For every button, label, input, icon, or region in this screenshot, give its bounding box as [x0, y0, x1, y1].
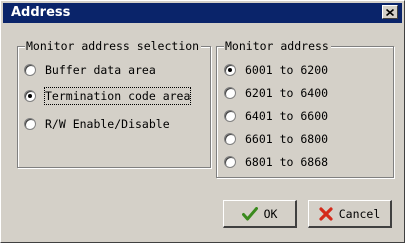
address-dialog: Address Monitor address selection Buffer…: [0, 0, 405, 243]
option-label: 6001 to 6200: [245, 63, 329, 77]
close-icon: [386, 8, 394, 16]
radio-6801-6868[interactable]: [224, 156, 236, 168]
radio-6001-6200[interactable]: [224, 64, 236, 76]
option-label: Buffer data area: [45, 63, 156, 77]
option-label: R/W Enable/Disable: [45, 117, 170, 131]
option-6601-6800[interactable]: 6601 to 6800: [224, 131, 328, 147]
option-label: 6401 to 6600: [245, 109, 329, 123]
x-icon: [319, 206, 333, 221]
monitor-selection-legend: Monitor address selection: [25, 38, 202, 54]
radio-6201-6400[interactable]: [224, 87, 236, 99]
option-label: Termination code area: [43, 87, 192, 105]
option-6001-6200[interactable]: 6001 to 6200: [224, 62, 328, 78]
radio-termination-code-area[interactable]: [24, 90, 36, 102]
close-button[interactable]: [382, 5, 398, 19]
option-label: 6801 to 6868: [245, 155, 329, 169]
radio-6601-6800[interactable]: [224, 133, 236, 145]
radio-rw-enable-disable[interactable]: [24, 118, 36, 130]
title-bar[interactable]: Address: [3, 3, 402, 23]
option-6401-6600[interactable]: 6401 to 6600: [224, 108, 328, 124]
checkmark-icon: [241, 206, 258, 221]
option-label: 6201 to 6400: [245, 86, 329, 100]
option-6201-6400[interactable]: 6201 to 6400: [224, 85, 328, 101]
cancel-button[interactable]: Cancel: [308, 200, 392, 228]
ok-button[interactable]: OK: [223, 200, 297, 228]
option-termination-code-area[interactable]: Termination code area: [24, 87, 192, 105]
radio-6401-6600[interactable]: [224, 110, 236, 122]
radio-buffer-data-area[interactable]: [24, 64, 36, 76]
ok-label: OK: [263, 206, 278, 221]
option-label: 6601 to 6800: [245, 132, 329, 146]
option-rw-enable-disable[interactable]: R/W Enable/Disable: [24, 116, 170, 132]
monitor-address-legend: Monitor address: [224, 38, 331, 54]
dialog-title: Address: [11, 5, 71, 20]
cancel-label: Cancel: [338, 206, 381, 221]
option-buffer-data-area[interactable]: Buffer data area: [24, 62, 156, 78]
option-6801-6868[interactable]: 6801 to 6868: [224, 154, 328, 170]
